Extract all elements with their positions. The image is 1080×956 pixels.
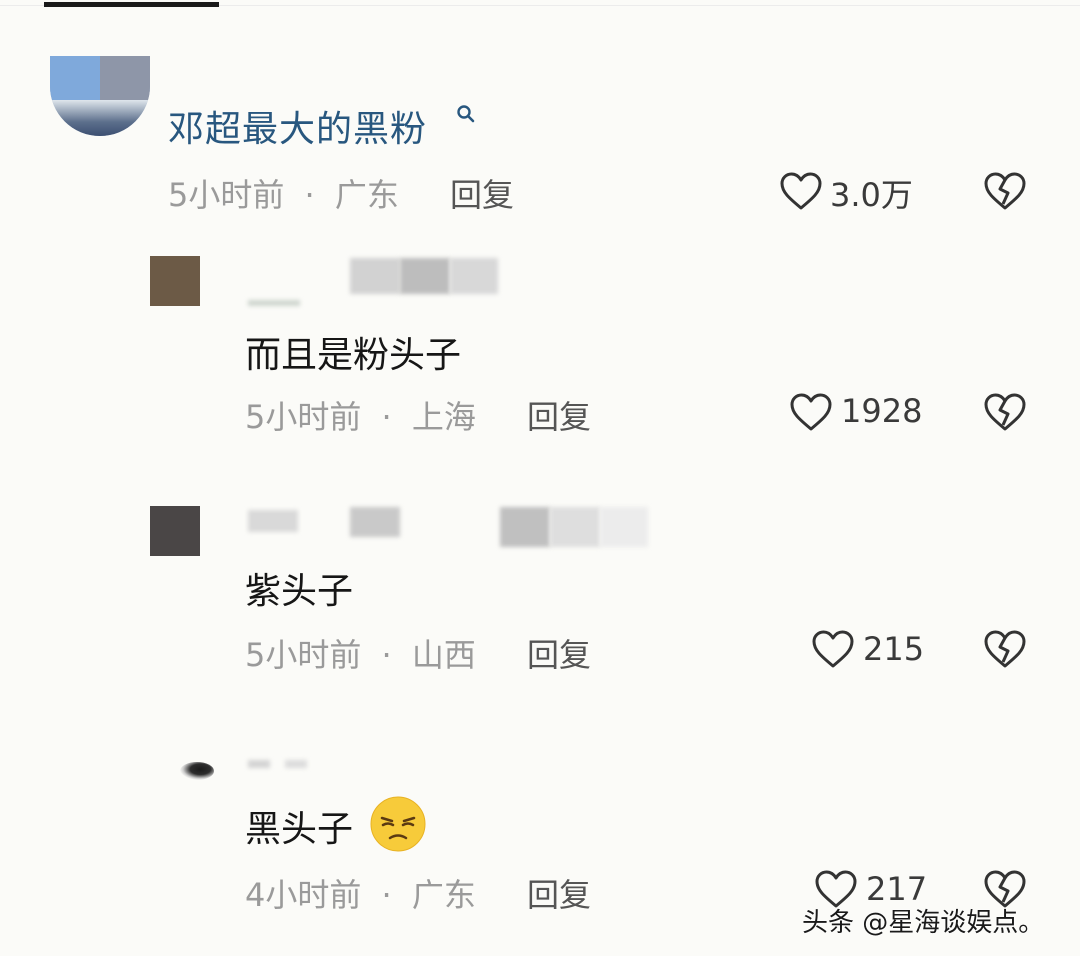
search-icon[interactable] (455, 104, 477, 126)
reply-time: 5小时前 (245, 398, 362, 436)
like-count: 215 (863, 630, 925, 668)
reply-meta: 4小时前 · 广东 (245, 870, 476, 916)
reply-button[interactable]: 回复 (450, 170, 514, 216)
broken-heart-icon[interactable] (983, 392, 1027, 432)
reply-meta: 5小时前 · 上海 (245, 392, 476, 438)
blurred-username (500, 507, 550, 547)
heart-icon[interactable] (789, 392, 833, 432)
active-tab-indicator (44, 2, 219, 7)
heart-icon[interactable] (811, 629, 855, 669)
squinting-face-emoji (370, 796, 426, 852)
comment-meta: 5小时前 · 广东 (168, 170, 399, 216)
blurred-username (350, 258, 400, 294)
comment-location: 广东 (334, 176, 399, 214)
comment-time: 5小时前 (168, 176, 285, 214)
comment-username[interactable]: 邓超最大的黑粉 (168, 100, 427, 152)
avatar[interactable] (174, 760, 222, 782)
watermark: 头条 @星海谈娱点。 (802, 908, 1045, 938)
like-count: 1928 (841, 392, 923, 430)
reply-button[interactable]: 回复 (527, 870, 591, 916)
reply-text: 黑头子 (245, 809, 354, 850)
reply-time: 4小时前 (245, 876, 362, 914)
avatar[interactable] (150, 256, 200, 306)
blurred-username (400, 258, 450, 294)
blurred-username (350, 507, 400, 537)
avatar[interactable] (50, 56, 150, 136)
blurred-username (600, 507, 648, 547)
broken-heart-icon[interactable] (983, 629, 1027, 669)
like-count: 3.0万 (830, 176, 913, 214)
blurred-username (248, 300, 300, 306)
heart-icon[interactable] (779, 171, 823, 211)
blurred-username (248, 760, 270, 768)
reply-location: 山西 (411, 636, 476, 674)
reply-meta: 5小时前 · 山西 (245, 630, 476, 676)
reply-location: 上海 (411, 398, 476, 436)
meta-separator: · (304, 176, 315, 214)
reply-time: 5小时前 (245, 636, 362, 674)
avatar[interactable] (150, 506, 200, 556)
reply-button[interactable]: 回复 (527, 630, 591, 676)
meta-separator: · (381, 636, 392, 674)
meta-separator: · (381, 876, 392, 914)
reply-location: 广东 (411, 876, 476, 914)
blurred-username (248, 510, 298, 532)
reply-text: 而且是粉头子 (245, 335, 462, 376)
reply-button[interactable]: 回复 (527, 392, 591, 438)
blurred-username (285, 760, 307, 768)
meta-separator: · (381, 398, 392, 436)
reply-text: 紫头子 (245, 571, 354, 612)
blurred-username (450, 258, 498, 294)
blurred-username (550, 507, 600, 547)
broken-heart-icon[interactable] (983, 171, 1027, 211)
